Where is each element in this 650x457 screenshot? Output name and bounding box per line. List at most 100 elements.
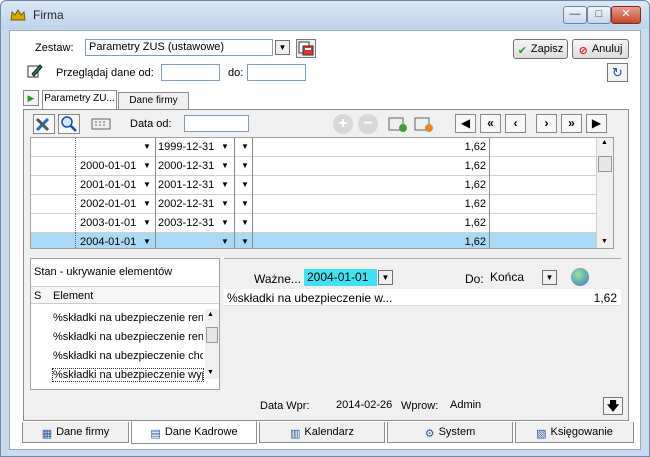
globe-icon[interactable] <box>571 268 589 286</box>
prev-page-button[interactable]: « <box>480 114 501 133</box>
detail-do-dropdown-button[interactable]: ▼ <box>542 270 557 285</box>
zapisz-button[interactable]: ✔ Zapisz <box>513 39 568 59</box>
calculator-button[interactable] <box>90 115 112 133</box>
tab-parametry-zus[interactable]: Parametry ZU... <box>42 90 117 109</box>
to-dropdown-icon[interactable]: ▼ <box>221 233 231 248</box>
from-dropdown-icon[interactable]: ▼ <box>143 138 153 157</box>
prev-page-icon: « <box>487 116 494 130</box>
to-dropdown-icon[interactable]: ▼ <box>221 138 231 157</box>
to-dropdown-icon[interactable]: ▼ <box>221 176 231 195</box>
from-dropdown-icon[interactable]: ▼ <box>143 214 153 233</box>
to-dropdown-icon[interactable]: ▼ <box>221 157 231 176</box>
grid-row[interactable]: 2002-01-01 ▼ 2002-12-31 ▼ ▼ 1,62 <box>31 195 613 214</box>
bottom-tab-ksiegowanie[interactable]: ▧ Księgowanie <box>515 422 634 443</box>
elements-panel: Stan - ukrywanie elementów S Element %sk… <box>30 258 220 390</box>
col-element-header: Element <box>53 290 94 302</box>
wazne-label: Ważne... <box>254 272 301 286</box>
elements-scrollbar[interactable]: ▲ ▼ <box>205 309 219 379</box>
arrow-down-icon: 🡇 <box>606 399 620 413</box>
scroll-down-button[interactable]: 🡇 <box>603 397 623 415</box>
type-dropdown-icon[interactable]: ▼ <box>241 214 251 233</box>
grid-row[interactable]: ▼ 1999-12-31 ▼ ▼ 1,62 <box>31 138 613 157</box>
data-od-input[interactable] <box>184 115 249 132</box>
tab-dane-firmy[interactable]: Dane firmy <box>118 92 189 109</box>
tools-button[interactable] <box>33 114 55 134</box>
from-date-cell: 2004-01-01 <box>80 236 137 248</box>
col-s-header: S <box>34 290 42 302</box>
from-date-cell: 2000-01-01 <box>80 160 137 172</box>
refresh-button[interactable]: ↻ <box>607 63 628 82</box>
to-date-cell: 2001-12-31 <box>158 179 215 191</box>
type-dropdown-icon[interactable]: ▼ <box>241 138 251 157</box>
from-dropdown-icon[interactable]: ▼ <box>143 176 153 195</box>
grid-column-divider <box>155 176 156 195</box>
next-page-button[interactable]: » <box>561 114 582 133</box>
grid-column-divider <box>234 138 235 157</box>
type-dropdown-icon[interactable]: ▼ <box>241 195 251 214</box>
grid-row[interactable]: 2004-01-01 ▼ ▼ ▼ 1,62 <box>31 233 613 248</box>
next-record-button[interactable]: › <box>536 114 557 133</box>
wazne-date-select[interactable]: 2004-01-01 <box>304 269 377 286</box>
detail-row[interactable]: %składki na ubezpieczenie w... 1,62 <box>224 289 621 306</box>
grid-row[interactable]: 2003-01-01 ▼ 2003-12-31 ▼ ▼ 1,62 <box>31 214 613 233</box>
wazne-dropdown-button[interactable]: ▼ <box>378 270 393 285</box>
to-date-cell <box>158 233 218 248</box>
from-dropdown-icon[interactable]: ▼ <box>143 195 153 214</box>
to-dropdown-icon[interactable]: ▼ <box>221 195 231 214</box>
delete-record-button[interactable] <box>413 115 435 133</box>
element-list-item[interactable]: %składki na ubezpieczenie wyp <box>52 368 204 382</box>
value-cell: 1,62 <box>464 160 486 172</box>
grid-column-divider <box>234 195 235 214</box>
zestaw-select[interactable]: Parametry ZUS (ustawowe) <box>85 39 273 56</box>
history-grid: ▼ 1999-12-31 ▼ ▼ 1,62 2000-01-01 ▼ 2000-12-31 ▼ ▼… <box>30 137 614 249</box>
grid-column-divider <box>489 195 490 214</box>
from-dropdown-icon[interactable]: ▼ <box>143 157 153 176</box>
type-dropdown-icon[interactable]: ▼ <box>241 233 251 248</box>
grid-row[interactable]: 2000-01-01 ▼ 2000-12-31 ▼ ▼ 1,62 <box>31 157 613 176</box>
elements-scroll-thumb[interactable] <box>206 327 218 343</box>
anuluj-button[interactable]: ⊘ Anuluj <box>572 39 629 59</box>
add-record-button[interactable] <box>387 115 409 133</box>
type-dropdown-icon[interactable]: ▼ <box>241 157 251 176</box>
bottom-tab-kalendarz[interactable]: ▥ Kalendarz <box>259 422 385 443</box>
scroll-up-icon: ▲ <box>207 311 214 318</box>
type-dropdown-icon[interactable]: ▼ <box>241 176 251 195</box>
do-date-input[interactable] <box>247 64 306 81</box>
last-page-button[interactable]: ▶ <box>586 114 607 133</box>
grid-scroll-thumb[interactable] <box>598 156 612 172</box>
tree-line <box>75 233 79 248</box>
maximize-button[interactable]: □ <box>587 6 611 24</box>
close-button[interactable]: ✕ <box>611 6 641 24</box>
zestaw-edit-button[interactable] <box>296 39 316 58</box>
element-list-item[interactable]: %składki na ubezpieczenie chor <box>53 350 203 362</box>
od-date-input[interactable] <box>161 64 220 81</box>
bottom-tab-label: Dane Kadrowe <box>164 426 238 438</box>
add-button[interactable]: + <box>333 114 353 134</box>
element-list-item[interactable]: %składki na ubezpieczenie rent <box>53 331 203 343</box>
przegladaj-label: Przeglądaj dane od: <box>56 67 154 79</box>
expand-tabs-button[interactable]: ▶ <box>23 90 39 106</box>
to-dropdown-icon[interactable]: ▼ <box>221 214 231 233</box>
element-list-item[interactable]: %składki na ubezpieczenie rent <box>53 312 203 324</box>
bottom-tab-label: Księgowanie <box>550 426 613 438</box>
minimize-button[interactable]: — <box>563 6 587 24</box>
from-dropdown-icon[interactable]: ▼ <box>143 233 153 248</box>
remove-button[interactable]: − <box>358 114 378 134</box>
detail-do-select[interactable]: Końca <box>487 269 545 286</box>
bottom-tab-dane-firmy[interactable]: ▦ Dane firmy <box>22 422 129 443</box>
bottom-tab-system[interactable]: ⚙ System <box>387 422 513 443</box>
minus-icon: − <box>363 115 373 132</box>
search-button[interactable] <box>58 114 80 134</box>
prev-record-button[interactable]: ‹ <box>505 114 526 133</box>
first-page-button[interactable]: ◀ <box>455 114 476 133</box>
grid-column-divider <box>489 214 490 233</box>
grid-column-divider <box>234 233 235 248</box>
grid-column-divider <box>252 176 253 195</box>
grid-scrollbar[interactable]: ▲ ▼ <box>596 138 613 248</box>
from-date-cell <box>80 138 140 157</box>
bottom-tab-dane-kadrowe[interactable]: ▤ Dane Kadrowe <box>131 421 257 444</box>
calendar-icon: ▥ <box>290 428 301 440</box>
grid-row[interactable]: 2001-01-01 ▼ 2001-12-31 ▼ ▼ 1,62 <box>31 176 613 195</box>
zestaw-dropdown-button[interactable]: ▼ <box>275 40 290 55</box>
grid-column-divider <box>252 214 253 233</box>
